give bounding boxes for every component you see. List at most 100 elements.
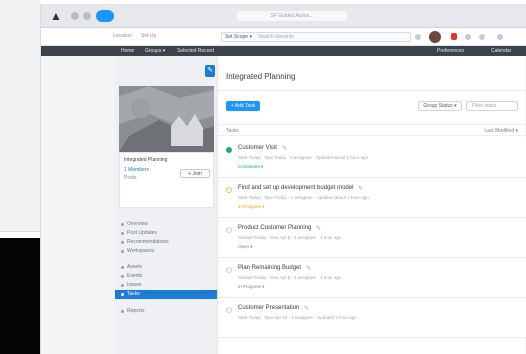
task-meta: Started Friday · Due Apr 5 · 1 assignee …: [238, 275, 342, 280]
task-meta: Start Today · Due Today · 1 assignee · U…: [238, 155, 369, 160]
group-photo: [119, 86, 214, 152]
avatar[interactable]: [429, 31, 441, 43]
sidebar-item-reports[interactable]: Reports: [115, 307, 217, 316]
main-content: Integrated Planning + Add Task Group Sta…: [217, 56, 526, 354]
notification-icon[interactable]: [451, 33, 457, 40]
task-state-dropdown[interactable]: In Progress ▾: [238, 204, 265, 210]
task-row[interactable]: Product Customer Planning ✎ Started Friday…: [218, 218, 526, 258]
sidebar-item-workspaces[interactable]: Workspaces: [115, 247, 217, 256]
sidebar-item-events[interactable]: Events: [115, 272, 217, 281]
bullet-icon: [121, 310, 124, 313]
search-placeholder: Search Records: [258, 34, 294, 40]
filter-input[interactable]: Filter tasks: [466, 101, 518, 111]
sort-dropdown[interactable]: Last Modified ▾: [484, 128, 518, 134]
bullet-icon: [121, 250, 124, 253]
apps-icon[interactable]: [479, 34, 485, 40]
sidebar-item-label: Reports: [127, 308, 145, 314]
task-status-checkbox[interactable]: [226, 267, 232, 273]
task-meta: Started Friday · Due Apr 5 · 1 assignee …: [238, 235, 342, 240]
group-info-card: Integrated Planning 1 Members Posts + Jo…: [119, 152, 214, 208]
bullet-icon: [121, 241, 124, 244]
nav-selected-record[interactable]: Selected Record: [177, 48, 214, 54]
sidebar-item-recommendations[interactable]: Recommendations: [115, 238, 217, 247]
search-input[interactable]: Set Scope ▾ Search Records: [221, 32, 411, 42]
sidebar-item-label: Post Updates: [127, 230, 158, 236]
nav-preferences[interactable]: Preferences: [437, 48, 464, 54]
task-status-checkbox[interactable]: [226, 187, 232, 193]
tasks-heading: Tasks: [226, 128, 239, 134]
address-bar[interactable]: SF Guided Action...: [237, 11, 347, 21]
group-sidebar: ✎ Integrated Planning 1 Members Posts + …: [115, 56, 217, 354]
task-meta: Start Today · Due Friday · 1 assignee · …: [238, 195, 369, 200]
task-list-header: Tasks Last Modified ▾: [218, 124, 526, 136]
setup-icon[interactable]: [497, 34, 503, 40]
sidebar-item-assets[interactable]: Assets: [115, 263, 217, 272]
sidebar-item-post-updates[interactable]: Post Updates: [115, 229, 217, 238]
group-photo-image: [119, 86, 214, 152]
task-row[interactable]: Find and set up development budget model…: [218, 178, 526, 218]
task-status-checkbox[interactable]: [226, 307, 232, 313]
posts-label: Posts: [124, 175, 137, 181]
edit-task-icon[interactable]: ✎: [358, 185, 363, 192]
search-scope[interactable]: Set Scope ▾: [225, 34, 252, 40]
gear-icon[interactable]: [465, 34, 471, 40]
edit-task-icon[interactable]: ✎: [304, 305, 309, 312]
left-backdrop: [0, 0, 40, 354]
task-state-dropdown[interactable]: Open ▾: [238, 244, 253, 250]
bullet-icon: [121, 284, 124, 287]
task-title[interactable]: Customer Presentation: [238, 305, 299, 311]
sidebar-item-tasks[interactable]: Tasks: [115, 290, 217, 299]
task-row[interactable]: Plan Remaining Budget ✎ Started Friday · D…: [218, 258, 526, 298]
backdrop-card: [0, 0, 40, 232]
task-title[interactable]: Product Customer Planning: [238, 225, 311, 231]
nav-bar: Home Groups ▾ Selected Record Preference…: [41, 46, 526, 56]
nav-groups[interactable]: Groups ▾: [145, 48, 165, 54]
task-title[interactable]: Find and set up development budget model: [238, 185, 353, 191]
edit-task-icon[interactable]: ✎: [282, 145, 287, 152]
nav-home[interactable]: Home: [121, 48, 134, 54]
add-task-button[interactable]: + Add Task: [226, 101, 260, 111]
bullet-icon: [121, 232, 124, 235]
nav-calendar[interactable]: Calendar: [491, 48, 511, 54]
member-count[interactable]: 1 Members: [124, 167, 149, 173]
edit-task-icon[interactable]: ✎: [316, 225, 321, 232]
task-status-checkbox[interactable]: [226, 227, 232, 233]
edit-task-icon[interactable]: ✎: [306, 265, 311, 272]
app-window: ▲ SF Guided Action... Location Set Up Se…: [40, 4, 526, 354]
task-row[interactable]: Customer Visit ✎ Start Today · Due Today ·…: [218, 138, 526, 178]
help-icon[interactable]: [415, 34, 421, 40]
group-status-dropdown[interactable]: Group Status ▾: [418, 101, 462, 111]
forward-icon[interactable]: [83, 12, 91, 20]
task-title[interactable]: Plan Remaining Budget: [238, 265, 301, 271]
task-state-dropdown[interactable]: Completed ▾: [238, 164, 263, 170]
sidebar-item-overview[interactable]: Overview: [115, 220, 217, 229]
app-logo-icon[interactable]: ▲: [49, 9, 63, 23]
app-header: Location Set Up Set Scope ▾ Search Recor…: [41, 28, 526, 46]
back-icon[interactable]: [71, 12, 79, 20]
sidebar-item-label: Workspaces: [127, 248, 155, 254]
location-label[interactable]: Location: [113, 33, 132, 39]
task-row[interactable]: Customer Presentation ✎ Start Today · Due …: [218, 298, 526, 338]
sidebar-item-label: Tasks: [127, 291, 140, 297]
sidebar-item-label: Recommendations: [127, 239, 169, 245]
task-title[interactable]: Customer Visit: [238, 145, 277, 151]
task-state-dropdown[interactable]: In Progress ▾: [238, 284, 265, 290]
sidebar-item-issues[interactable]: Issues: [115, 281, 217, 290]
sidebar-item-label: Events: [127, 273, 143, 279]
group-name: Integrated Planning: [124, 157, 168, 163]
sidebar-item-label: Issues: [127, 282, 142, 288]
bullet-icon: [121, 266, 124, 269]
sidebar-item-label: Assets: [127, 264, 143, 270]
browser-toolbar: ▲ SF Guided Action...: [41, 4, 526, 28]
bullet-icon: [121, 275, 124, 278]
task-meta: Start Today · Due Apr 15 · 1 assignee · …: [238, 315, 357, 320]
backdrop-black-block: [0, 238, 40, 354]
cloud-logo-icon: [96, 10, 114, 22]
setup-label[interactable]: Set Up: [141, 33, 156, 39]
divider: [218, 90, 526, 91]
edit-button[interactable]: ✎: [205, 65, 215, 77]
page-title: Integrated Planning: [226, 72, 296, 81]
join-button[interactable]: + Join: [180, 169, 210, 178]
task-status-checkbox[interactable]: [226, 147, 232, 153]
bullet-icon: [121, 293, 124, 296]
